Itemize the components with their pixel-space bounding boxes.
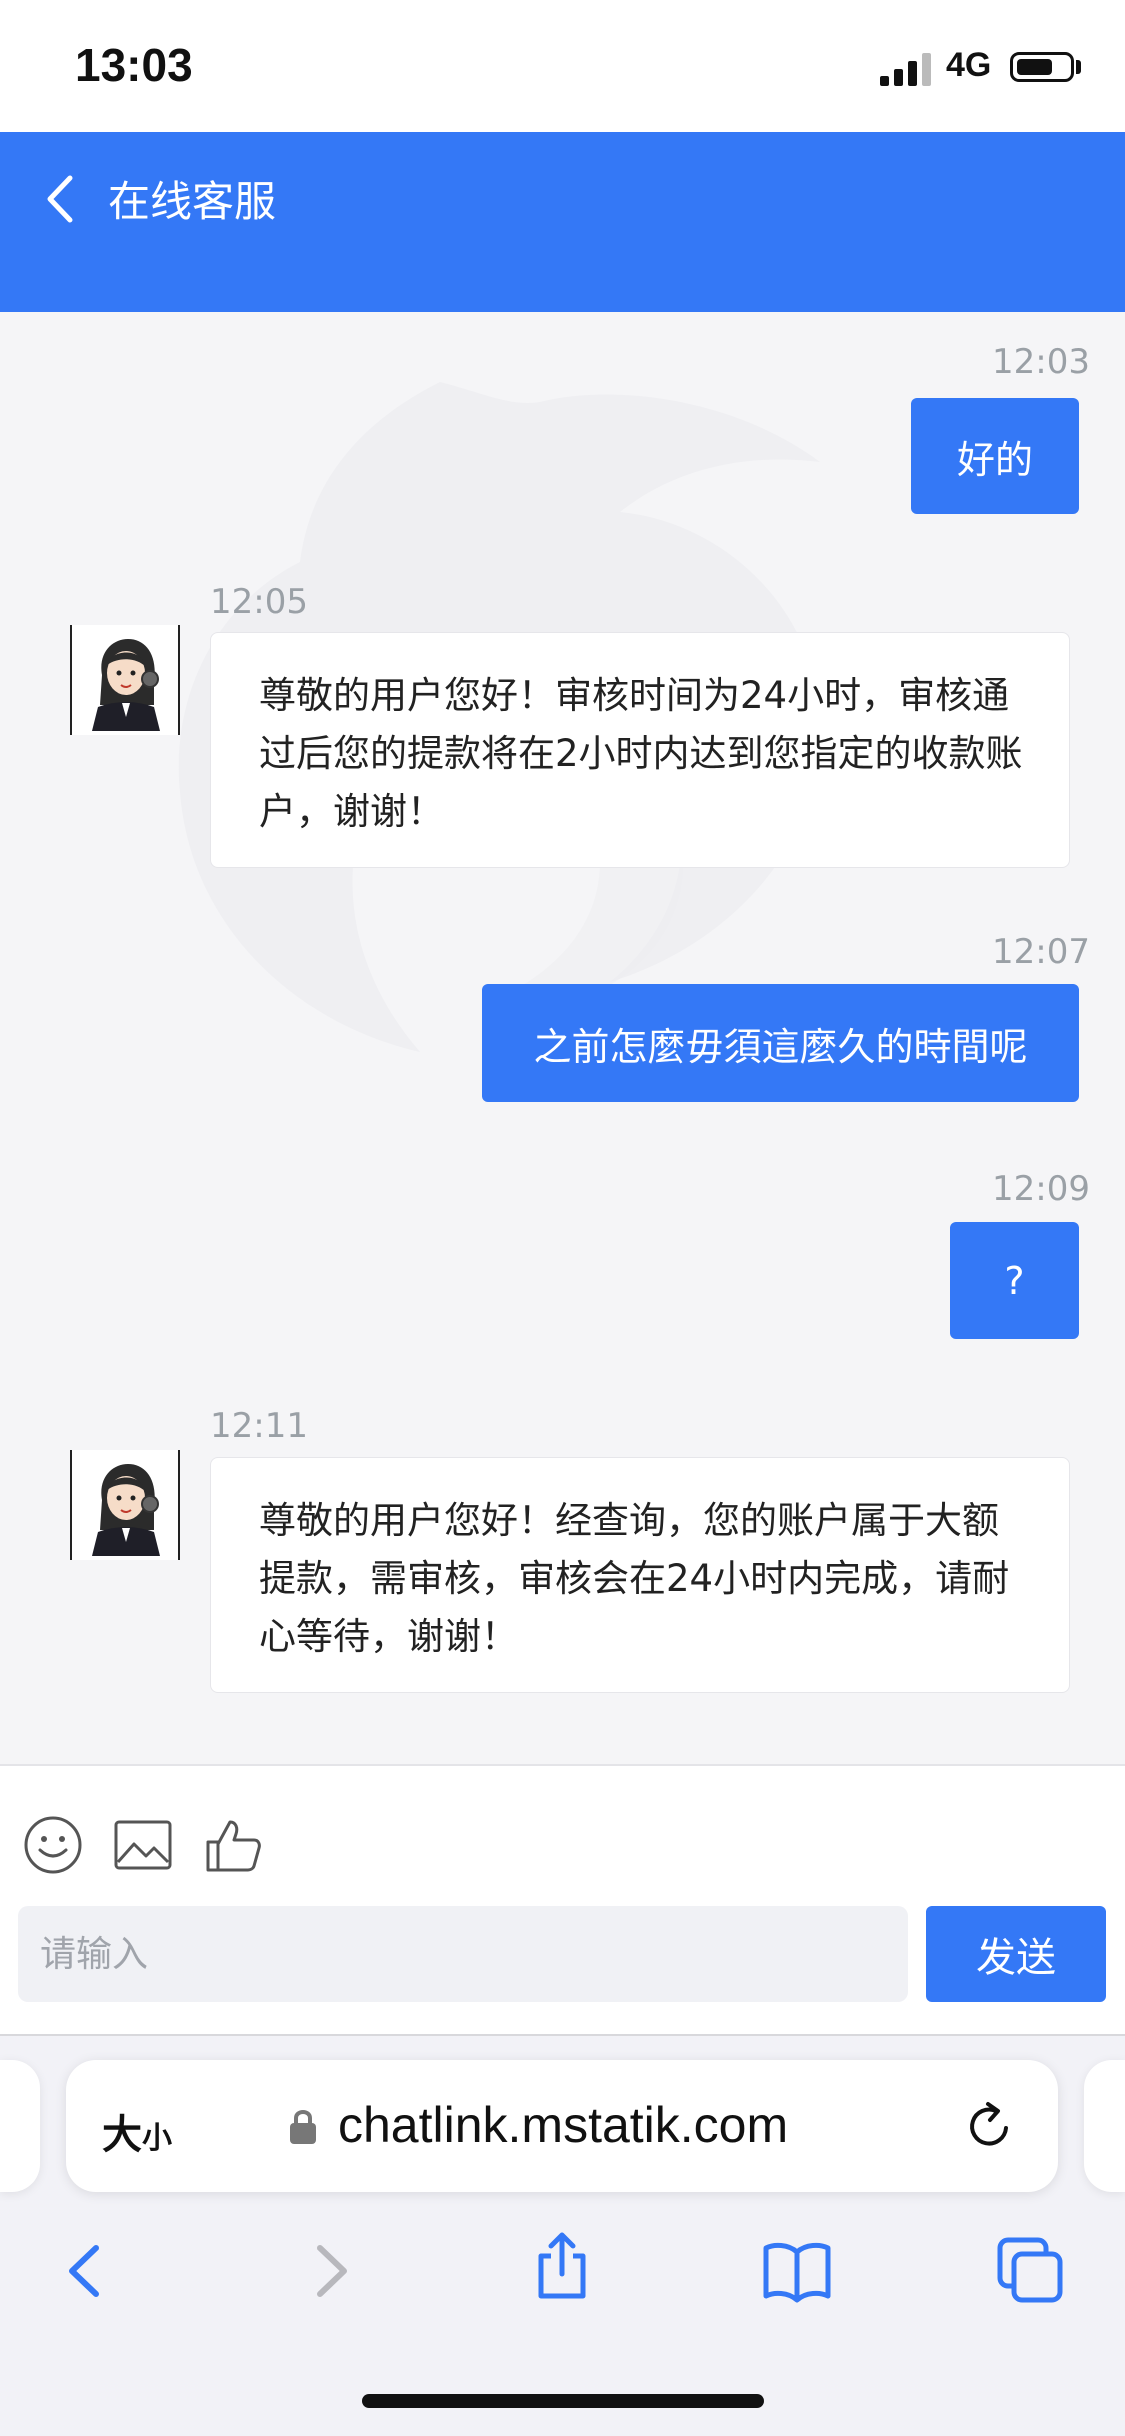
home-indicator[interactable] — [362, 2394, 764, 2408]
browser-toolbar: 大小 chatlink.mstatik.com — [0, 2034, 1125, 2436]
chat-header: 在线客服 — [0, 132, 1125, 312]
message-timestamp: 12:03 — [992, 342, 1090, 382]
share-icon[interactable] — [527, 2230, 597, 2300]
incoming-message: 尊敬的用户您好！经查询，您的账户属于大额提款，需审核，审核会在24小时内完成，请… — [210, 1457, 1070, 1693]
emoji-icon[interactable] — [22, 1814, 84, 1876]
network-label: 4G — [946, 46, 992, 84]
agent-avatar — [70, 625, 180, 735]
battery-icon — [1010, 52, 1074, 82]
address-bar[interactable]: 大小 chatlink.mstatik.com — [66, 2060, 1058, 2192]
message-timestamp: 12:05 — [210, 582, 308, 622]
previous-tab-peek[interactable] — [0, 2060, 40, 2192]
image-icon[interactable] — [112, 1814, 174, 1876]
message-input[interactable] — [18, 1906, 908, 2002]
message-timestamp: 12:11 — [210, 1406, 308, 1446]
back-chevron-icon[interactable] — [36, 164, 86, 234]
status-time: 13:03 — [75, 39, 193, 91]
battery-tip — [1076, 60, 1081, 74]
lock-icon — [290, 2110, 316, 2144]
forward-icon[interactable] — [294, 2236, 364, 2306]
url-text: chatlink.mstatik.com — [338, 2097, 789, 2153]
back-icon[interactable] — [52, 2236, 122, 2306]
tabs-icon[interactable] — [996, 2236, 1066, 2306]
status-bar: 13:03 4G — [0, 0, 1125, 132]
chat-messages[interactable]: 12:03 好的 12:05 尊敬的用户您好！审核时间为24小时，审核通过后您的… — [0, 312, 1125, 1764]
bookmarks-icon[interactable] — [762, 2236, 832, 2306]
thumbs-up-icon[interactable] — [202, 1814, 264, 1876]
reload-icon[interactable] — [962, 2098, 1018, 2154]
page-title: 在线客服 — [108, 177, 277, 226]
message-timestamp: 12:07 — [992, 932, 1090, 972]
message-timestamp: 12:09 — [992, 1169, 1090, 1209]
text-size-button[interactable]: 大小 — [102, 2102, 172, 2160]
incoming-message: 尊敬的用户您好！审核时间为24小时，审核通过后您的提款将在2小时内达到您指定的收… — [210, 632, 1070, 868]
outgoing-message: 之前怎麼毋須這麼久的時間呢 — [482, 984, 1079, 1102]
signal-icon — [880, 52, 936, 86]
text-size-small: 小 — [142, 2121, 172, 2156]
outgoing-message: 好的 — [911, 398, 1079, 514]
send-button[interactable]: 发送 — [926, 1906, 1106, 2002]
agent-avatar — [70, 1450, 180, 1560]
battery-fill — [1017, 59, 1052, 75]
next-tab-peek[interactable] — [1084, 2060, 1125, 2192]
outgoing-message: ? — [950, 1222, 1079, 1339]
message-composer: 发送 — [0, 1764, 1125, 2034]
text-size-large: 大 — [102, 2112, 142, 2158]
